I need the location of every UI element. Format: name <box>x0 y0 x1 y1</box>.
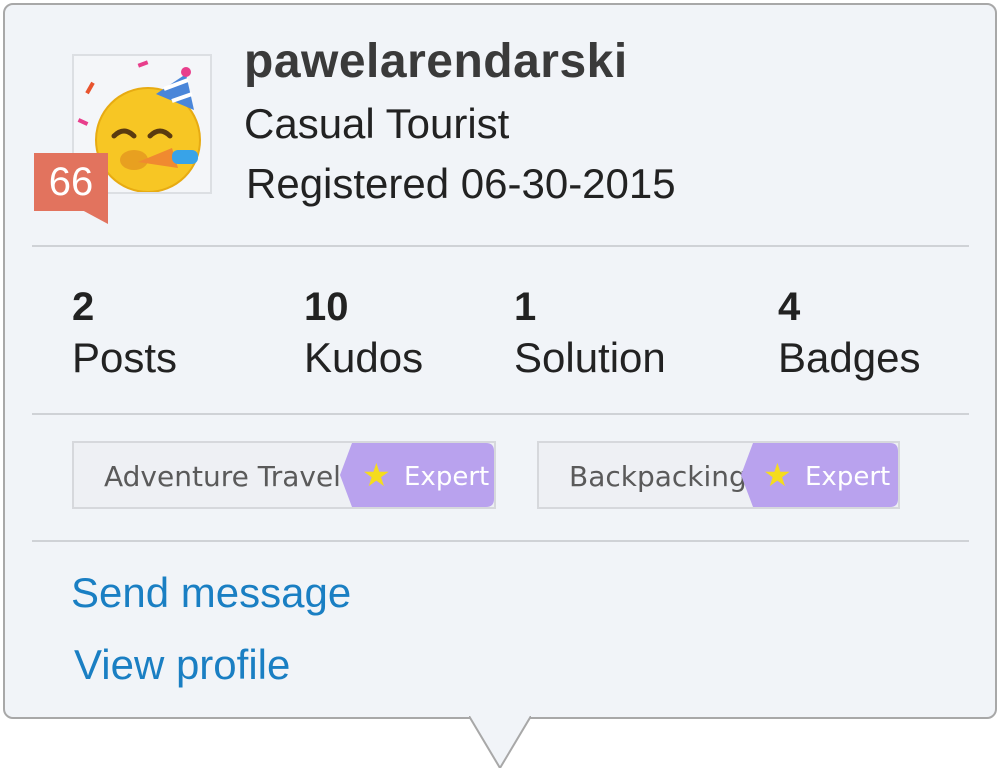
divider <box>32 245 969 247</box>
star-icon: ★ <box>362 457 391 493</box>
rank-number: 66 <box>48 160 94 204</box>
expertise-tag-backpacking[interactable]: Backpacking ★ Expert <box>537 441 900 509</box>
expertise-topic: Adventure Travel <box>104 460 341 493</box>
stat-solutions: 1 Solution <box>514 284 666 386</box>
stat-value: 4 <box>778 285 801 329</box>
expert-level-label: Expert <box>404 462 490 492</box>
divider <box>32 413 969 415</box>
star-icon: ★ <box>763 457 792 493</box>
rank-badge-tail <box>82 210 108 224</box>
stat-label: Solution <box>514 334 666 381</box>
stat-label: Kudos <box>304 334 424 381</box>
stat-value: 2 <box>72 285 95 329</box>
stat-value: 10 <box>304 285 349 329</box>
expertise-tag-adventure-travel[interactable]: Adventure Travel ★ Expert <box>72 441 496 509</box>
stat-label: Posts <box>72 334 178 381</box>
expert-level-label: Expert <box>805 462 891 492</box>
registration-date: Registered 06-30-2015 <box>246 160 676 207</box>
card-pointer-arrow <box>469 716 531 768</box>
divider <box>32 540 969 542</box>
stat-badges: 4 Badges <box>778 284 920 386</box>
view-profile-link[interactable]: View profile <box>74 641 290 689</box>
expert-level-badge: ★ Expert <box>741 443 898 507</box>
expert-level-badge: ★ Expert <box>340 443 494 507</box>
stat-kudos: 10 Kudos <box>304 284 423 386</box>
send-message-link[interactable]: Send message <box>71 569 351 617</box>
expertise-topic: Backpacking <box>569 460 747 493</box>
rank-badge: 66 <box>34 153 108 225</box>
rank-title: Casual Tourist <box>244 100 510 147</box>
stat-label: Badges <box>778 334 921 381</box>
username[interactable]: pawelarendarski <box>244 34 628 89</box>
stat-posts: 2 Posts <box>72 284 177 386</box>
stat-value: 1 <box>514 285 537 329</box>
